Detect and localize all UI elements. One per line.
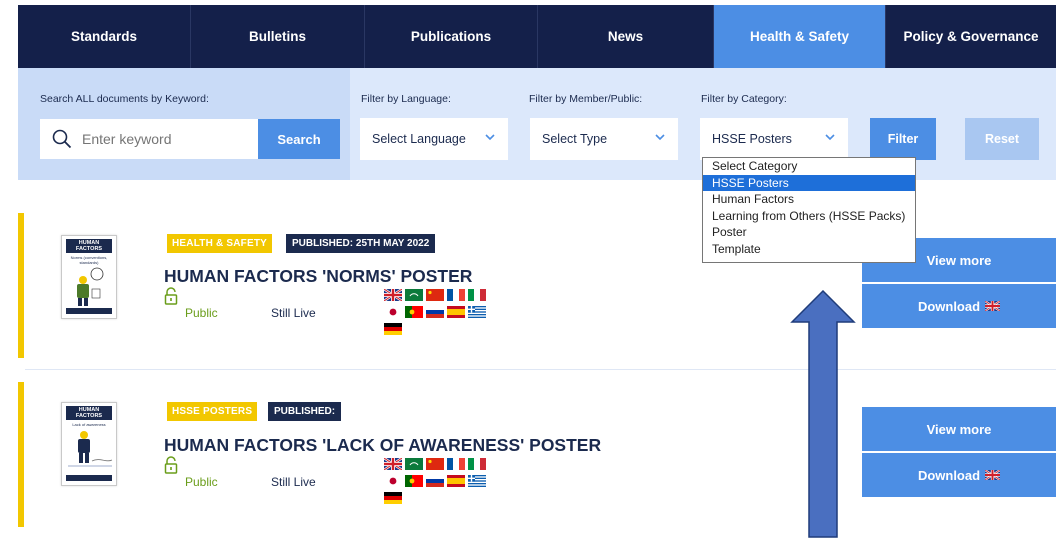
english-flag[interactable] [384, 289, 402, 301]
download-button[interactable]: Download [862, 453, 1056, 497]
keyword-label: Search ALL documents by Keyword: [40, 93, 209, 105]
worker-illustration-icon [77, 267, 104, 306]
thumbnail-subtitle: Norms (conventions, standards) [70, 255, 108, 265]
language-flags [384, 458, 509, 506]
thumbnail-title: HUMAN FACTORS [66, 239, 112, 253]
poster-thumbnail[interactable]: HUMAN FACTORS Lack of awareness [61, 402, 117, 486]
japanese-flag[interactable] [384, 475, 402, 487]
language-select-value: Select Language [372, 132, 466, 146]
card-accent-bar [18, 213, 24, 358]
chevron-down-icon [825, 134, 835, 141]
member-label: Filter by Member/Public: [529, 93, 643, 105]
dropdown-option[interactable]: Human Factors [703, 191, 915, 208]
document-title[interactable]: HUMAN FACTORS 'NORMS' POSTER [164, 266, 472, 287]
italian-flag[interactable] [468, 458, 486, 470]
search-button[interactable]: Search [258, 119, 340, 159]
poster-thumbnail[interactable]: HUMAN FACTORS Norms (conventions, standa… [61, 235, 117, 319]
chinese-flag[interactable] [426, 458, 444, 470]
russian-flag[interactable] [426, 475, 444, 487]
thumbnail-title: HUMAN FACTORS [66, 406, 112, 420]
greek-flag[interactable] [468, 306, 486, 318]
worker-illustration-icon [68, 431, 113, 467]
card-divider [25, 369, 1056, 370]
download-label: Download [917, 298, 981, 314]
english-flag[interactable] [384, 458, 402, 470]
german-flag[interactable] [384, 492, 402, 504]
language-label: Filter by Language: [361, 93, 451, 105]
unlock-icon [164, 456, 178, 474]
thumbnail-footer [66, 475, 112, 481]
english-flag [985, 301, 1001, 311]
dropdown-option-selected[interactable]: HSSE Posters [703, 174, 915, 192]
access-level: Public [185, 306, 218, 320]
russian-flag[interactable] [426, 306, 444, 318]
view-more-button[interactable]: View more [862, 407, 1056, 451]
keyword-search-box[interactable] [40, 119, 258, 159]
language-flags [384, 289, 509, 337]
spanish-flag[interactable] [447, 475, 465, 487]
member-type-select[interactable]: Select Type [530, 118, 678, 160]
japanese-flag[interactable] [384, 306, 402, 318]
nav-tab-health-safety[interactable]: Health & Safety [714, 5, 886, 68]
nav-tab-news[interactable]: News [538, 5, 714, 68]
keyword-input[interactable] [82, 131, 232, 147]
thumbnail-footer [66, 308, 112, 314]
download-button[interactable]: Download [862, 284, 1056, 328]
search-icon [52, 129, 72, 149]
category-select-value: HSSE Posters [712, 132, 792, 146]
nav-tab-standards[interactable]: Standards [18, 5, 191, 68]
annotation-arrow-icon [790, 290, 856, 538]
saudi-flag[interactable] [405, 289, 423, 301]
category-badge: Health & Safety [167, 234, 273, 253]
chinese-flag[interactable] [426, 289, 444, 301]
language-select[interactable]: Select Language [360, 118, 508, 160]
unlock-icon [164, 287, 178, 305]
top-navigation: Standards Bulletins Publications News He… [18, 5, 1056, 68]
reset-button[interactable]: Reset [965, 118, 1039, 160]
dropdown-option[interactable]: Template [703, 241, 915, 258]
english-flag [985, 470, 1001, 480]
category-select[interactable]: HSSE Posters [700, 118, 848, 160]
dropdown-option[interactable]: Poster [703, 224, 915, 241]
keyword-search-panel: Search ALL documents by Keyword: Search [18, 68, 350, 180]
filter-button[interactable]: Filter [870, 118, 936, 160]
portuguese-flag[interactable] [405, 475, 423, 487]
greek-flag[interactable] [468, 475, 486, 487]
access-level: Public [185, 475, 218, 489]
document-card: HUMAN FACTORS Lack of awareness HSSE Pos… [18, 382, 1056, 527]
card-accent-bar [18, 382, 24, 527]
portuguese-flag[interactable] [405, 306, 423, 318]
dropdown-option[interactable]: Learning from Others (HSSE Packs) [703, 208, 915, 225]
french-flag[interactable] [447, 458, 465, 470]
nav-tab-bulletins[interactable]: Bulletins [191, 5, 365, 68]
download-label: Download [917, 467, 981, 483]
document-status: Still Live [271, 475, 316, 489]
chevron-down-icon [655, 134, 665, 141]
saudi-flag[interactable] [405, 458, 423, 470]
category-dropdown-list: Select Category HSSE Posters Human Facto… [702, 157, 916, 263]
italian-flag[interactable] [468, 289, 486, 301]
nav-tab-publications[interactable]: Publications [365, 5, 538, 68]
nav-tab-policy-governance[interactable]: Policy & Governance [886, 5, 1056, 68]
published-badge: PUBLISHED: 25TH MAY 2022 [286, 234, 436, 253]
category-label: Filter by Category: [701, 93, 787, 105]
chevron-down-icon [485, 134, 495, 141]
french-flag[interactable] [447, 289, 465, 301]
dropdown-option[interactable]: Select Category [703, 158, 915, 175]
member-type-select-value: Select Type [542, 132, 608, 146]
published-badge: PUBLISHED: [268, 402, 342, 421]
category-badge: HSSE Posters [167, 402, 258, 421]
document-title[interactable]: HUMAN FACTORS 'LACK OF AWARENESS' POSTER [164, 435, 601, 456]
spanish-flag[interactable] [447, 306, 465, 318]
document-status: Still Live [271, 306, 316, 320]
german-flag[interactable] [384, 323, 402, 335]
